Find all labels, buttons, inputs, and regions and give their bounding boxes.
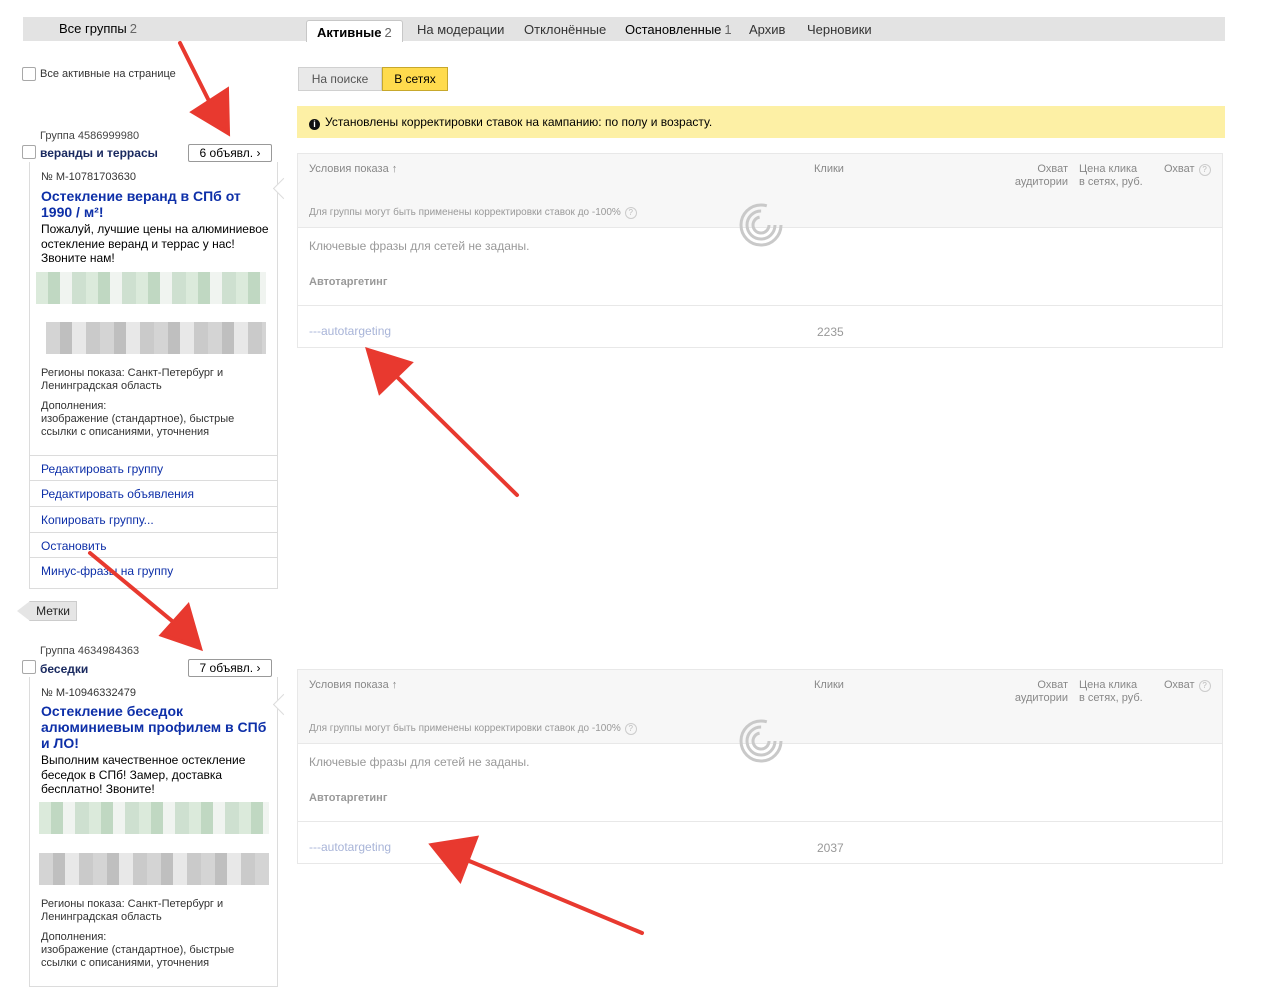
annotation-arrow-line bbox=[88, 551, 185, 632]
annotation-arrowhead bbox=[428, 835, 480, 884]
annotation-arrowhead bbox=[189, 86, 231, 137]
annotation-arrows bbox=[88, 41, 644, 935]
annotation-arrow-line bbox=[453, 853, 644, 935]
annotation-arrowhead bbox=[158, 601, 203, 652]
annotation-arrow-line bbox=[388, 368, 519, 497]
